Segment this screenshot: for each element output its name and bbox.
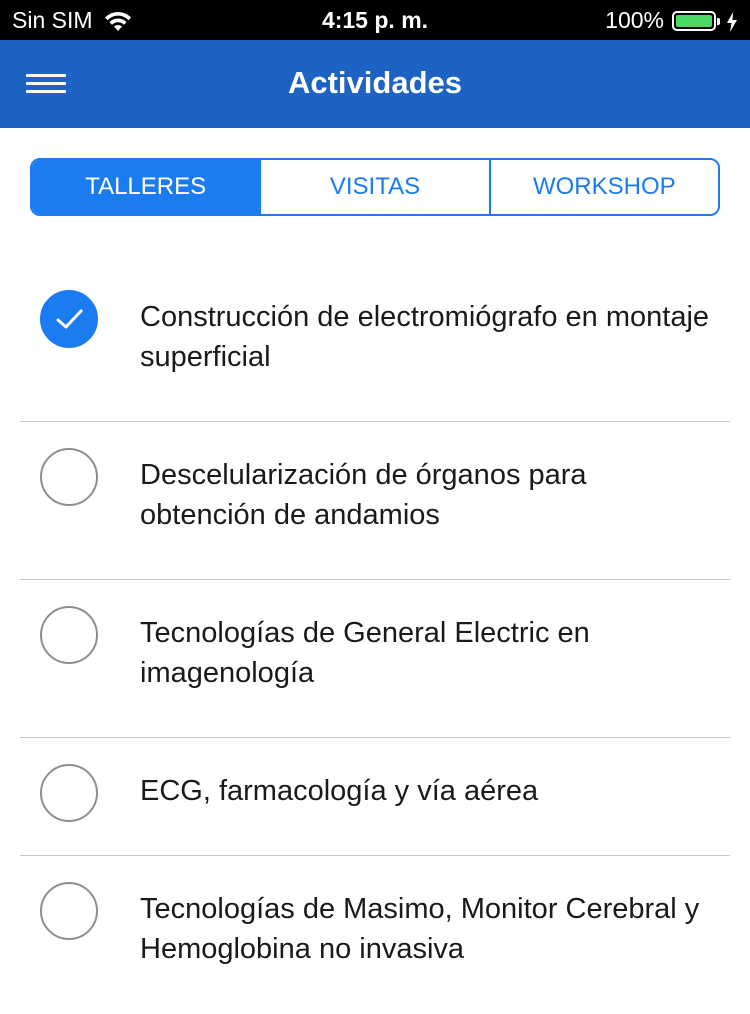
- activity-list: Construcción de electromiógrafo en monta…: [0, 264, 750, 1014]
- list-item[interactable]: Tecnologías de Masimo, Monitor Cerebral …: [0, 856, 750, 1014]
- checked-radio-button[interactable]: [40, 290, 98, 348]
- battery-fill: [676, 14, 712, 27]
- list-item-label: Tecnologías de General Electric en image…: [140, 617, 590, 689]
- checkmark-icon: [56, 309, 83, 329]
- status-right: 100%: [605, 7, 738, 34]
- list-item[interactable]: ECG, farmacología y vía aérea: [0, 738, 750, 856]
- battery-cap: [717, 17, 720, 25]
- battery-percentage: 100%: [605, 7, 664, 33]
- list-item-label: ECG, farmacología y vía aérea: [140, 775, 539, 807]
- tab-visitas[interactable]: VISITAS: [259, 160, 489, 214]
- segmented-control: TALLERES VISITAS WORKSHOP: [30, 158, 720, 216]
- list-item[interactable]: Tecnologías de General Electric en image…: [0, 580, 750, 738]
- list-item[interactable]: Construcción de electromiógrafo en monta…: [0, 264, 750, 422]
- list-item-label: Descelularización de órganos para obtenc…: [140, 459, 587, 531]
- list-item-label: Construcción de electromiógrafo en monta…: [140, 301, 710, 373]
- battery-icon: [672, 10, 720, 31]
- tab-talleres[interactable]: TALLERES: [32, 160, 260, 214]
- radio-button[interactable]: [40, 606, 98, 664]
- radio-button[interactable]: [40, 448, 98, 506]
- page-title: Actividades: [287, 65, 462, 100]
- status-bar: Sin SIM 4:15 p. m. 100%: [0, 0, 750, 40]
- tab-workshop[interactable]: WORKSHOP: [488, 160, 718, 214]
- list-item-label: Tecnologías de Masimo, Monitor Cerebral …: [140, 893, 700, 965]
- radio-button[interactable]: [40, 764, 98, 822]
- charging-bolt-icon: [726, 11, 738, 32]
- list-item[interactable]: Descelularización de órganos para obtenc…: [0, 422, 750, 580]
- radio-button[interactable]: [40, 882, 98, 940]
- navigation-bar: Actividades: [0, 40, 750, 128]
